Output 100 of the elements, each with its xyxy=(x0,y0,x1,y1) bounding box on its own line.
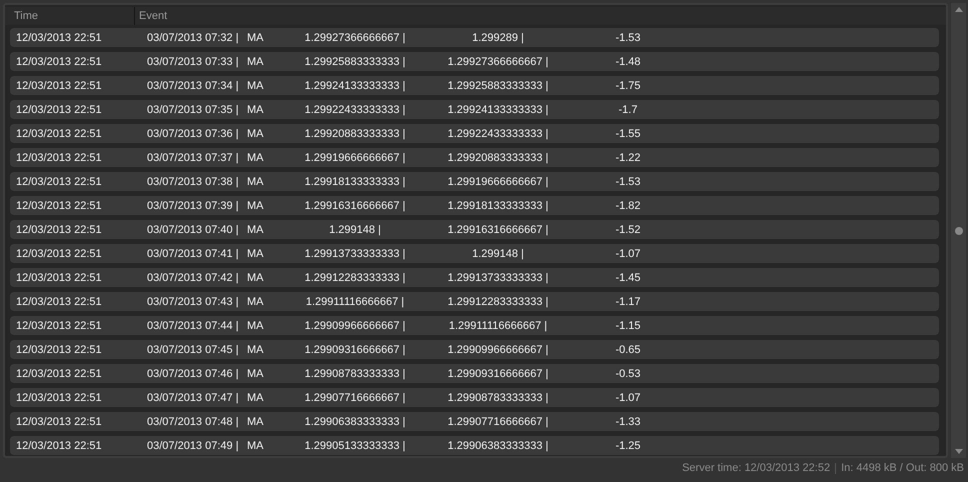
value-cell-text: 1.29912283333333 | xyxy=(446,296,550,308)
scroll-down-icon[interactable] xyxy=(954,449,962,454)
event-time-cell-text: 03/07/2013 07:46 | xyxy=(147,368,240,380)
time-cell-text: 12/03/2013 22:51 xyxy=(15,320,103,332)
event-time-cell-text: 03/07/2013 07:34 | xyxy=(147,80,240,92)
value-cell-text: 1.29911116666667 | xyxy=(304,296,406,308)
column-header[interactable]: Event xyxy=(139,10,439,22)
value-cell-text: 1.29920883333333 | xyxy=(304,128,406,140)
time-cell-text: 12/03/2013 22:51 xyxy=(15,368,103,380)
time-cell-text: 12/03/2013 22:51 xyxy=(15,128,103,140)
value-cell-text: 1.299289 | xyxy=(471,32,525,44)
value-cell-text: 1.29922433333333 | xyxy=(304,104,406,116)
symbol-cell-text: MA xyxy=(246,32,264,44)
value-cell-text: 1.29905133333333 | xyxy=(304,440,406,452)
time-cell-text: 12/03/2013 22:51 xyxy=(15,248,103,260)
symbol-cell-text: MA xyxy=(246,272,264,284)
value-cell-text: 1.29909316666667 | xyxy=(446,368,550,380)
value-cell-text: 1.29912283333333 | xyxy=(304,272,406,284)
time-cell-text: 12/03/2013 22:51 xyxy=(15,296,103,308)
change-cell-text: -1.25 xyxy=(614,440,642,452)
change-cell-text: -0.53 xyxy=(614,368,642,380)
time-cell-text: 12/03/2013 22:51 xyxy=(15,200,103,212)
change-cell-text: -1.07 xyxy=(614,248,642,260)
change-cell-text: -1.45 xyxy=(614,272,642,284)
time-cell-text: 12/03/2013 22:51 xyxy=(15,176,103,188)
time-cell-text: 12/03/2013 22:51 xyxy=(15,272,103,284)
time-cell-text: 12/03/2013 22:51 xyxy=(15,416,103,428)
value-cell-text: 1.29918133333333 | xyxy=(304,176,406,188)
event-time-cell-text: 03/07/2013 07:37 | xyxy=(147,152,240,164)
symbol-cell-text: MA xyxy=(246,176,264,188)
time-cell-text: 12/03/2013 22:51 xyxy=(15,440,103,452)
value-cell-text: 1.29927366666667 | xyxy=(446,56,550,68)
change-cell-text: -1.22 xyxy=(614,152,642,164)
symbol-cell-text: MA xyxy=(246,296,264,308)
event-time-cell-text: 03/07/2013 07:45 | xyxy=(147,344,240,356)
event-time-cell-text: 03/07/2013 07:42 | xyxy=(147,272,240,284)
change-cell-text: -1.07 xyxy=(614,392,642,404)
change-cell-text: -1.82 xyxy=(614,200,642,212)
symbol-cell-text: MA xyxy=(246,368,264,380)
value-cell-text: 1.29909316666667 | xyxy=(304,344,406,356)
value-cell-text: 1.29909966666667 | xyxy=(446,344,550,356)
symbol-cell-text: MA xyxy=(246,56,264,68)
change-cell-text: -1.52 xyxy=(614,224,642,236)
value-cell-text: 1.29918133333333 | xyxy=(446,200,550,212)
change-cell-text: -1.7 xyxy=(618,104,638,116)
symbol-cell-text: MA xyxy=(246,248,264,260)
time-cell-text: 12/03/2013 22:51 xyxy=(15,152,103,164)
time-cell-text: 12/03/2013 22:51 xyxy=(15,80,103,92)
symbol-cell-text: MA xyxy=(246,104,264,116)
value-cell-text: 1.29920883333333 | xyxy=(446,152,550,164)
value-cell-text: 1.29925883333333 | xyxy=(304,56,406,68)
value-cell-text: 1.29925883333333 | xyxy=(446,80,550,92)
change-cell-text: -1.53 xyxy=(614,32,642,44)
value-cell-text: 1.29906383333333 | xyxy=(446,440,550,452)
traffic-stats: In: 4498 kB / Out: 800 kB xyxy=(841,462,964,474)
value-cell-text: 1.29908783333333 | xyxy=(446,392,550,404)
change-cell-text: -1.75 xyxy=(614,80,642,92)
event-time-cell-text: 03/07/2013 07:36 | xyxy=(147,128,240,140)
time-cell-text: 12/03/2013 22:51 xyxy=(15,56,103,68)
value-cell-text: 1.29911116666667 | xyxy=(448,320,548,332)
scroll-up-icon[interactable] xyxy=(954,7,962,12)
value-cell-text: 1.299148 | xyxy=(471,248,525,260)
time-cell-text: 12/03/2013 22:51 xyxy=(15,32,103,44)
event-time-cell-text: 03/07/2013 07:43 | xyxy=(147,296,240,308)
event-time-cell-text: 03/07/2013 07:41 | xyxy=(147,248,240,260)
value-cell-text: 1.29924133333333 | xyxy=(304,80,406,92)
symbol-cell-text: MA xyxy=(246,224,264,236)
value-cell-text: 1.299148 | xyxy=(328,224,382,236)
value-cell-text: 1.29919666666667 | xyxy=(304,152,406,164)
change-cell-text: -1.15 xyxy=(614,320,642,332)
change-cell-text: -1.33 xyxy=(614,416,642,428)
value-cell-text: 1.29919666666667 | xyxy=(446,176,550,188)
value-cell-text: 1.29916316666667 | xyxy=(304,200,406,212)
change-cell-text: -1.53 xyxy=(614,176,642,188)
value-cell-text: 1.29916316666667 | xyxy=(446,224,550,236)
time-cell-text: 12/03/2013 22:51 xyxy=(15,392,103,404)
symbol-cell-text: MA xyxy=(246,200,264,212)
scrollbar[interactable] xyxy=(951,3,966,458)
change-cell-text: -1.55 xyxy=(614,128,642,140)
value-cell-text: 1.29913733333333 | xyxy=(446,272,550,284)
change-cell-text: -0.65 xyxy=(614,344,642,356)
time-cell-text: 12/03/2013 22:51 xyxy=(15,224,103,236)
event-time-cell-text: 03/07/2013 07:33 | xyxy=(147,56,240,68)
value-cell-text: 1.29906383333333 | xyxy=(304,416,406,428)
event-time-cell-text: 03/07/2013 07:47 | xyxy=(147,392,240,404)
value-cell-text: 1.29909966666667 | xyxy=(304,320,406,332)
scroll-thumb[interactable] xyxy=(954,226,962,234)
time-cell-text: 12/03/2013 22:51 xyxy=(15,104,103,116)
event-time-cell-text: 03/07/2013 07:39 | xyxy=(147,200,240,212)
symbol-cell-text: MA xyxy=(246,416,264,428)
column-header[interactable]: Time xyxy=(14,10,134,22)
event-time-cell-text: 03/07/2013 07:49 | xyxy=(147,440,240,452)
symbol-cell-text: MA xyxy=(246,152,264,164)
value-cell-text: 1.29922433333333 | xyxy=(446,128,550,140)
time-cell-text: 12/03/2013 22:51 xyxy=(15,344,103,356)
symbol-cell-text: MA xyxy=(246,392,264,404)
value-cell-text: 1.29924133333333 | xyxy=(446,104,550,116)
event-time-cell-text: 03/07/2013 07:48 | xyxy=(147,416,240,428)
value-cell-text: 1.29907716666667 | xyxy=(304,392,406,404)
event-time-cell-text: 03/07/2013 07:38 | xyxy=(147,176,240,188)
